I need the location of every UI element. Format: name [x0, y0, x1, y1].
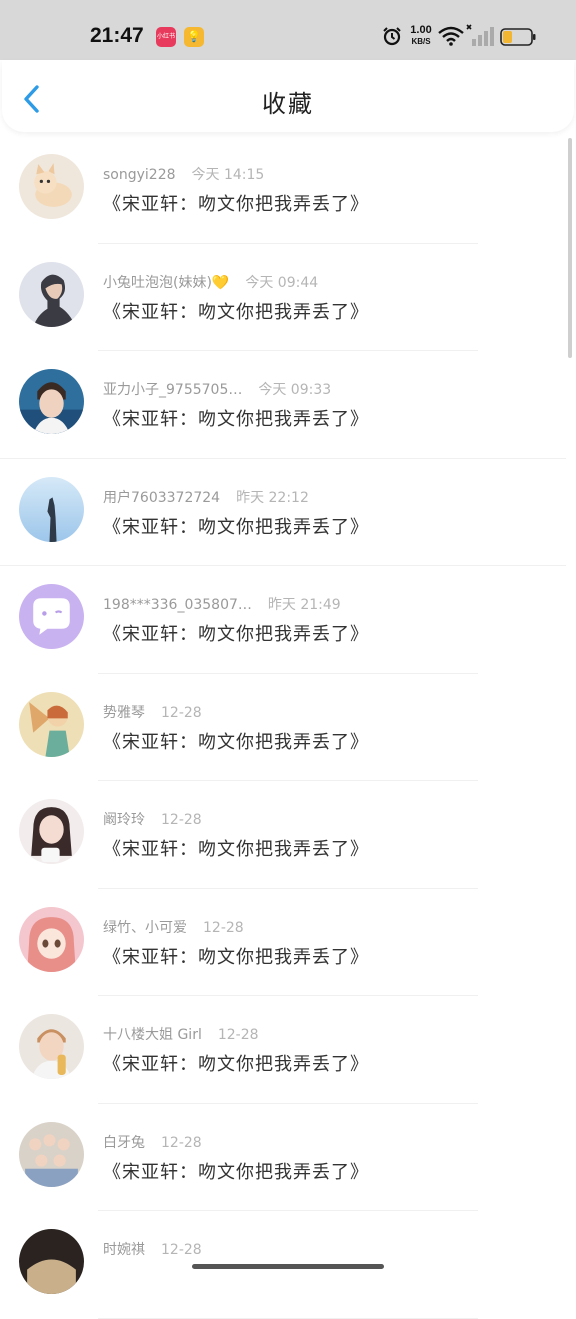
timestamp: 昨天 22:12	[236, 489, 309, 506]
avatar[interactable]	[19, 906, 84, 972]
avatar[interactable]	[19, 584, 84, 649]
network-speed-unit: KB/S	[411, 37, 431, 46]
favorite-content[interactable]: 《宋亚轩：吻文你把我弄丢了》	[103, 405, 369, 431]
timestamp: 12-28	[203, 919, 244, 936]
wifi-icon	[438, 26, 464, 46]
status-time: 21:47	[90, 24, 144, 47]
battery-icon	[500, 28, 536, 46]
avatar[interactable]	[19, 476, 84, 542]
network-speed-value: 1.00	[410, 24, 432, 36]
list-item[interactable]: 白牙兔 12-28 《宋亚轩：吻文你把我弄丢了》	[0, 1104, 566, 1211]
avatar[interactable]	[19, 691, 84, 757]
avatar[interactable]	[19, 154, 84, 219]
favorite-content[interactable]: 《宋亚轩：吻文你把我弄丢了》	[103, 298, 369, 324]
list-item[interactable]: 用户7603372724 昨天 22:12 《宋亚轩：吻文你把我弄丢了》	[0, 459, 566, 566]
item-meta: 绿竹、小可爱 12-28	[103, 917, 244, 937]
favorite-content[interactable]: 《宋亚轩：吻文你把我弄丢了》	[103, 728, 369, 754]
username[interactable]: 用户7603372724	[103, 490, 220, 506]
xiaohongshu-notification-icon: 小红书	[156, 27, 176, 47]
timestamp: 12-28	[217, 1027, 259, 1043]
tips-notification-icon: 💡	[184, 27, 204, 47]
item-meta: 白牙兔 12-28	[103, 1132, 202, 1152]
favorite-content[interactable]: 《宋亚轩：吻文你把我弄丢了》	[103, 835, 369, 861]
username[interactable]: 198***336_035807…	[103, 597, 252, 613]
item-meta: 阚玲玲 12-28	[103, 809, 202, 829]
item-meta: 198***336_035807… 昨天 21:49	[103, 594, 341, 614]
favorite-content[interactable]: 《宋亚轩：吻文你把我弄丢了》	[103, 190, 369, 216]
username[interactable]: 小兔吐泡泡(妹妹)💛	[103, 275, 229, 291]
scrollbar[interactable]	[568, 138, 572, 358]
list-item[interactable]: 十八楼大姐 Girl 12-28 《宋亚轩：吻文你把我弄丢了》	[0, 996, 566, 1104]
favorite-content[interactable]: 《宋亚轩：吻文你把我弄丢了》	[103, 1158, 369, 1184]
list-item[interactable]: 势雅琴 12-28 《宋亚轩：吻文你把我弄丢了》	[0, 674, 566, 781]
item-meta: 时婉祺 12-28	[103, 1239, 202, 1259]
timestamp: 12-28	[161, 1242, 202, 1258]
timestamp: 今天 14:15	[191, 167, 265, 183]
timestamp: 12-28	[161, 704, 202, 721]
list-item[interactable]: songyi228 今天 14:15 《宋亚轩：吻文你把我弄丢了》	[0, 136, 566, 244]
item-meta: 用户7603372724 昨天 22:12	[103, 487, 309, 507]
username[interactable]: 亚力小子_9755705…	[103, 382, 242, 398]
favorite-content[interactable]: 《宋亚轩：吻文你把我弄丢了》	[103, 620, 369, 646]
favorite-content[interactable]: 《宋亚轩：吻文你把我弄丢了》	[103, 1050, 369, 1076]
username[interactable]: songyi228	[103, 167, 176, 183]
username[interactable]: 绿竹、小可爱	[103, 920, 187, 936]
list-item[interactable]: 198***336_035807… 昨天 21:49 《宋亚轩：吻文你把我弄丢了》	[0, 566, 566, 674]
favorites-list[interactable]: songyi228 今天 14:15 《宋亚轩：吻文你把我弄丢了》 小兔吐泡泡(妹妹)…	[0, 136, 566, 1319]
avatar[interactable]	[19, 1121, 84, 1187]
status-bar: 21:47 小红书 💡 1.00 KB/S	[0, 0, 576, 60]
username[interactable]: 势雅琴	[103, 705, 145, 721]
username[interactable]: 阚玲玲	[103, 812, 145, 828]
timestamp: 今天 09:44	[245, 274, 319, 291]
favorite-content[interactable]: 《宋亚轩：吻文你把我弄丢了》	[103, 943, 369, 969]
item-meta: 小兔吐泡泡(妹妹)💛 今天 09:44	[103, 272, 318, 292]
item-meta: 势雅琴 12-28	[103, 702, 202, 722]
page-title: 收藏	[262, 90, 314, 118]
item-meta: 亚力小子_9755705… 今天 09:33	[103, 379, 331, 399]
timestamp: 12-28	[161, 1134, 202, 1151]
list-item[interactable]: 绿竹、小可爱 12-28 《宋亚轩：吻文你把我弄丢了》	[0, 889, 566, 996]
timestamp: 12-28	[161, 812, 202, 828]
username[interactable]: 时婉祺	[103, 1242, 145, 1258]
alarm-icon	[383, 27, 401, 46]
list-item[interactable]: 阚玲玲 12-28 《宋亚轩：吻文你把我弄丢了》	[0, 781, 566, 889]
timestamp: 昨天 21:49	[267, 597, 341, 613]
home-indicator[interactable]	[192, 1264, 384, 1269]
avatar[interactable]	[19, 1014, 84, 1079]
avatar[interactable]	[19, 261, 84, 327]
username[interactable]: 十八楼大姐 Girl	[103, 1027, 202, 1043]
favorite-content[interactable]: 《宋亚轩：吻文你把我弄丢了》	[103, 513, 369, 539]
signal-icon	[466, 24, 494, 46]
network-speed: 1.00 KB/S	[406, 25, 436, 47]
divider	[98, 1317, 478, 1319]
item-meta: songyi228 今天 14:15	[103, 164, 264, 184]
avatar[interactable]	[19, 369, 84, 434]
app-header: 收藏	[2, 60, 574, 132]
list-item[interactable]: 小兔吐泡泡(妹妹)💛 今天 09:44 《宋亚轩：吻文你把我弄丢了》	[0, 244, 566, 351]
username[interactable]: 白牙兔	[103, 1135, 145, 1151]
list-item[interactable]: 亚力小子_9755705… 今天 09:33 《宋亚轩：吻文你把我弄丢了》	[0, 351, 566, 459]
item-meta: 十八楼大姐 Girl 12-28	[103, 1024, 259, 1044]
avatar[interactable]	[19, 799, 84, 864]
avatar[interactable]	[19, 1229, 84, 1294]
timestamp: 今天 09:33	[258, 382, 332, 398]
